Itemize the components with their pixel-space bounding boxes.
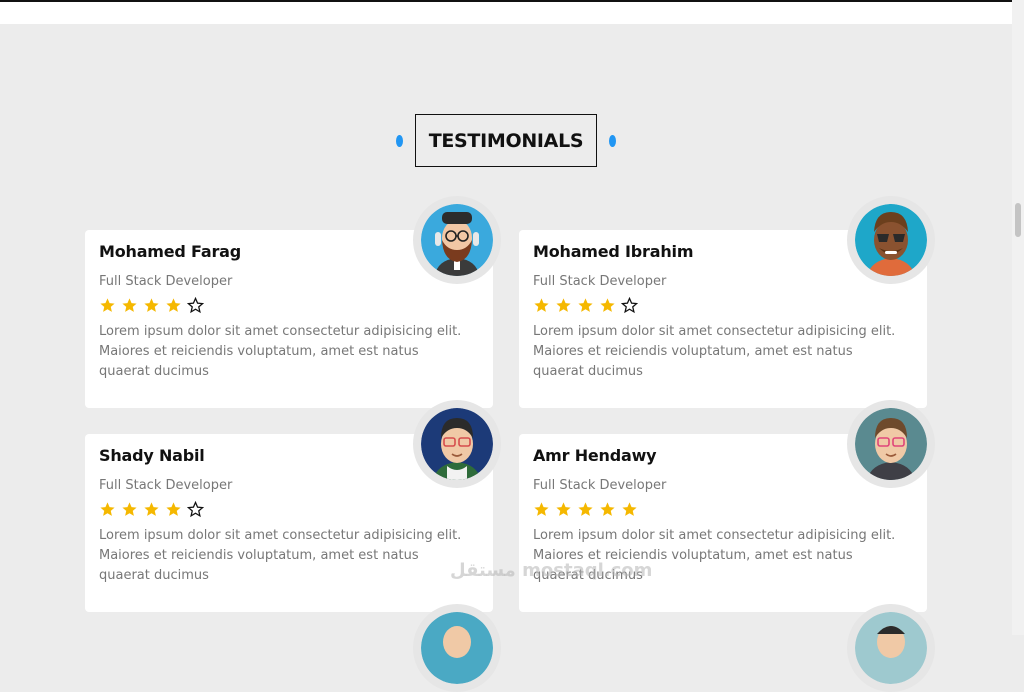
avatar-frame xyxy=(413,196,501,284)
star-filled-icon xyxy=(556,502,571,516)
page-scrollbar[interactable] xyxy=(1012,0,1024,635)
avatar-frame xyxy=(847,196,935,284)
testimonial-role: Full Stack Developer xyxy=(99,478,233,493)
decor-dot-left xyxy=(396,134,403,147)
top-header-bar xyxy=(0,0,1012,24)
decor-dot-right xyxy=(609,134,616,147)
avatar-frame xyxy=(413,604,501,692)
star-empty-icon xyxy=(187,501,204,518)
star-filled-icon xyxy=(556,298,571,312)
sunglasses-man-avatar-icon xyxy=(855,204,927,276)
rating-stars xyxy=(99,297,479,314)
testimonial-role: Full Stack Developer xyxy=(533,478,667,493)
scrollbar-thumb[interactable] xyxy=(1015,203,1021,237)
star-filled-icon xyxy=(122,502,137,516)
avatar-icon xyxy=(421,612,493,684)
star-filled-icon xyxy=(100,298,115,312)
bearded-man-avatar-icon xyxy=(421,204,493,276)
testimonial-role: Full Stack Developer xyxy=(99,274,233,289)
section-title: TESTIMONIALS xyxy=(414,114,598,167)
avatar-frame xyxy=(413,400,501,488)
testimonial-text: Lorem ipsum dolor sit amet consectetur a… xyxy=(533,324,896,379)
glasses-man-avatar-icon xyxy=(855,408,927,480)
star-filled-icon xyxy=(100,502,115,516)
star-empty-icon xyxy=(621,297,638,314)
star-filled-icon xyxy=(144,298,159,312)
star-empty-icon xyxy=(187,297,204,314)
star-filled-icon xyxy=(534,502,549,516)
star-filled-icon xyxy=(600,502,615,516)
star-filled-icon xyxy=(622,502,637,516)
testimonial-text: Lorem ipsum dolor sit amet consectetur a… xyxy=(99,324,462,379)
star-filled-icon xyxy=(166,502,181,516)
avatar-frame xyxy=(847,400,935,488)
star-filled-icon xyxy=(122,298,137,312)
watermark: مستقل mostaql.com xyxy=(450,560,653,581)
avatar-frame xyxy=(847,604,935,692)
section-header: TESTIMONIALS xyxy=(396,114,616,167)
testimonial-text: Lorem ipsum dolor sit amet consectetur a… xyxy=(99,528,462,583)
star-filled-icon xyxy=(578,502,593,516)
star-filled-icon xyxy=(578,298,593,312)
glasses-man-avatar-icon xyxy=(421,408,493,480)
star-filled-icon xyxy=(166,298,181,312)
avatar-icon xyxy=(855,612,927,684)
star-filled-icon xyxy=(600,298,615,312)
testimonial-role: Full Stack Developer xyxy=(533,274,667,289)
rating-stars xyxy=(533,501,913,518)
star-filled-icon xyxy=(144,502,159,516)
star-filled-icon xyxy=(534,298,549,312)
rating-stars xyxy=(99,501,479,518)
rating-stars xyxy=(533,297,913,314)
